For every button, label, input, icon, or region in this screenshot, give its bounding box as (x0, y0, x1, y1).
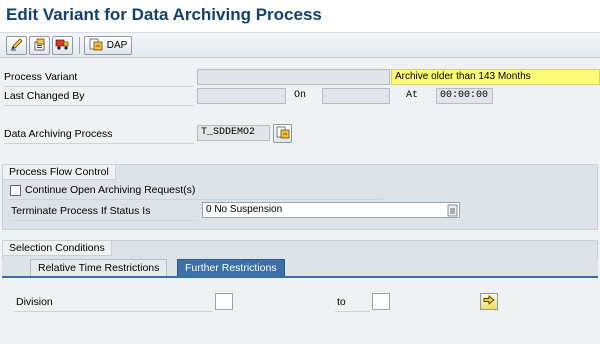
edit-pencil-icon (10, 37, 24, 54)
process-variant-description: Archive older than 143 Months (391, 69, 600, 85)
save-variant-button[interactable] (29, 36, 50, 55)
selection-tab-strip: Relative Time Restrictions Further Restr… (2, 259, 598, 276)
label-underline (9, 199, 383, 200)
process-variant-label: Process Variant (4, 71, 78, 83)
dap-object-icon (89, 38, 103, 54)
process-flow-control-title: Process Flow Control (3, 165, 116, 180)
terminate-status-select[interactable]: 0 No Suspension (202, 202, 460, 218)
tab-relative-time-restrictions[interactable]: Relative Time Restrictions (30, 259, 168, 276)
multiple-selection-button[interactable] (480, 293, 498, 310)
dap-object-icon (276, 126, 290, 142)
edit-button[interactable] (6, 36, 27, 55)
last-changed-by-field (197, 88, 286, 104)
dap-button[interactable]: DAP (84, 36, 132, 55)
save-variant-icon (33, 37, 47, 54)
division-label: Division (16, 296, 53, 308)
dap-button-label: DAP (106, 40, 128, 51)
division-from-field[interactable] (215, 293, 233, 310)
label-underline (335, 311, 370, 312)
main-panel: Process Variant Archive older than 143 M… (0, 58, 600, 344)
dap-display-button[interactable] (273, 124, 292, 143)
transport-truck-icon (55, 37, 70, 54)
division-to-field[interactable] (372, 293, 390, 310)
to-label: to (337, 296, 346, 308)
label-underline (4, 86, 194, 87)
terminate-process-label: Terminate Process If Status Is (11, 205, 151, 217)
data-archiving-process-label: Data Archiving Process (4, 128, 113, 140)
application-toolbar: DAP (0, 33, 600, 58)
title-bar: Edit Variant for Data Archiving Process (0, 0, 600, 33)
arrow-right-icon (483, 295, 495, 308)
last-changed-by-label: Last Changed By (4, 90, 85, 102)
changed-on-field (322, 88, 390, 104)
further-restrictions-panel: Division to (2, 276, 598, 344)
selection-conditions-title: Selection Conditions (3, 241, 112, 256)
label-underline (9, 220, 199, 221)
dropdown-icon[interactable] (447, 204, 458, 217)
data-archiving-process-field[interactable]: T_SDDEMO2 (197, 125, 270, 141)
page-title: Edit Variant for Data Archiving Process (6, 5, 322, 24)
continue-open-requests-label: Continue Open Archiving Request(s) (25, 184, 196, 196)
process-variant-field[interactable] (197, 69, 390, 85)
tab-further-restrictions[interactable]: Further Restrictions (177, 259, 285, 276)
continue-open-requests-checkbox[interactable] (10, 185, 21, 196)
on-label: On (294, 90, 307, 101)
toolbar-separator (79, 37, 80, 54)
changed-at-field: 00:00:00 (436, 88, 493, 104)
label-underline (4, 105, 194, 106)
label-underline (14, 311, 212, 312)
process-flow-control-group: Process Flow Control Continue Open Archi… (2, 164, 598, 230)
transport-button[interactable] (52, 36, 73, 55)
at-label: At (406, 90, 419, 101)
label-underline (4, 143, 194, 144)
